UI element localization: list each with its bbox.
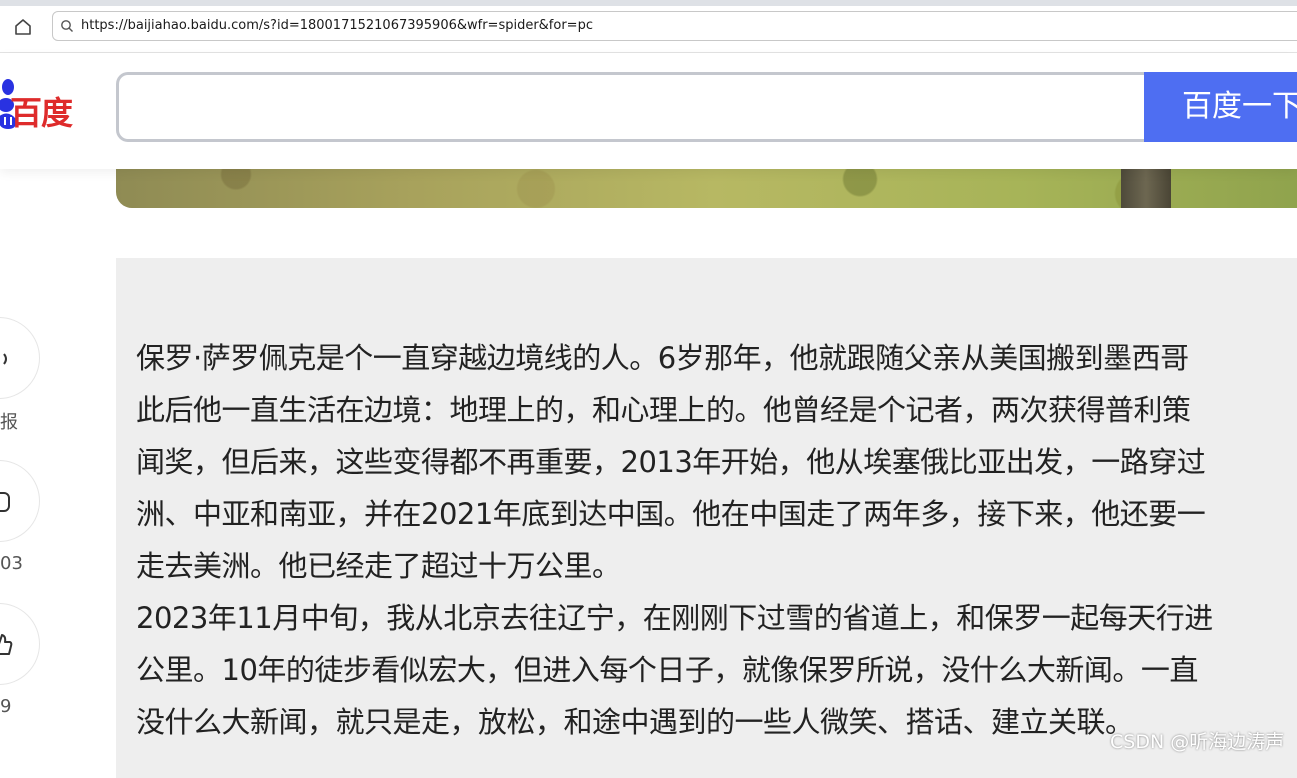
like-icon	[0, 634, 13, 655]
paragraph-line: 2023年11月中旬，我从北京去往辽宁，在刚刚下过雪的省道上，和保罗一起每天行进	[136, 601, 1213, 635]
baidu-logo[interactable]: 百度	[0, 73, 92, 139]
paragraph-line: 此后他一直生活在边境：地理上的，和心理上的。他曾经是个记者，两次获得普利策	[136, 393, 1191, 427]
sidebar-label-likes: 9	[0, 696, 12, 717]
audio-icon	[3, 353, 7, 365]
comment-button[interactable]	[0, 460, 40, 542]
csdn-watermark: CSDN @听海边涛声	[1110, 731, 1285, 753]
comment-icon	[0, 492, 10, 512]
paragraph-line: 走去美洲。他已经走了超过十万公里。	[136, 549, 621, 583]
article-paragraph: 2023年11月中旬，我从北京去往辽宁，在刚刚下过雪的省道上，和保罗一起每天行进…	[136, 592, 1297, 748]
paragraph-line: 保罗·萨罗佩克是个一直穿越边境线的人。6岁那年，他就跟随父亲从美国搬到墨西哥	[136, 341, 1189, 375]
home-button[interactable]	[12, 16, 34, 38]
sidebar-label-comments: 03	[0, 553, 23, 574]
address-bar[interactable]: https://baijiahao.baidu.com/s?id=1800171…	[52, 11, 1297, 41]
listen-button[interactable]	[0, 317, 40, 399]
paragraph-line: 洲、中亚和南亚，并在2021年底到达中国。他在中国走了两年多，接下来，他还要一	[136, 497, 1206, 531]
like-button[interactable]	[0, 603, 40, 685]
sidebar-label-listen: 报	[0, 412, 18, 433]
browser-toolbar: https://baijiahao.baidu.com/s?id=1800171…	[0, 0, 1297, 53]
paragraph-line: 闻奖，但后来，这些变得都不再重要，2013年开始，他从埃塞俄比亚出发，一路穿过	[136, 445, 1206, 479]
search-button[interactable]: 百度一下	[1144, 72, 1297, 142]
article-body: 保罗·萨罗佩克是个一直穿越边境线的人。6岁那年，他就跟随父亲从美国搬到墨西哥 此…	[116, 258, 1297, 778]
home-icon	[15, 19, 31, 35]
logo-text: 百度	[10, 94, 73, 132]
site-header: 百度 百度一下	[0, 53, 1297, 169]
search-icon	[61, 20, 73, 32]
paragraph-line: 公里。10年的徒步看似宏大，但进入每个日子，就像保罗所说，没什么大新闻。一直	[136, 653, 1198, 687]
article-paragraph: 保罗·萨罗佩克是个一直穿越边境线的人。6岁那年，他就跟随父亲从美国搬到墨西哥 此…	[136, 332, 1297, 592]
search-input[interactable]	[116, 72, 1156, 142]
url-text: https://baijiahao.baidu.com/s?id=1800171…	[81, 18, 593, 33]
tab-strip	[0, 0, 1297, 6]
